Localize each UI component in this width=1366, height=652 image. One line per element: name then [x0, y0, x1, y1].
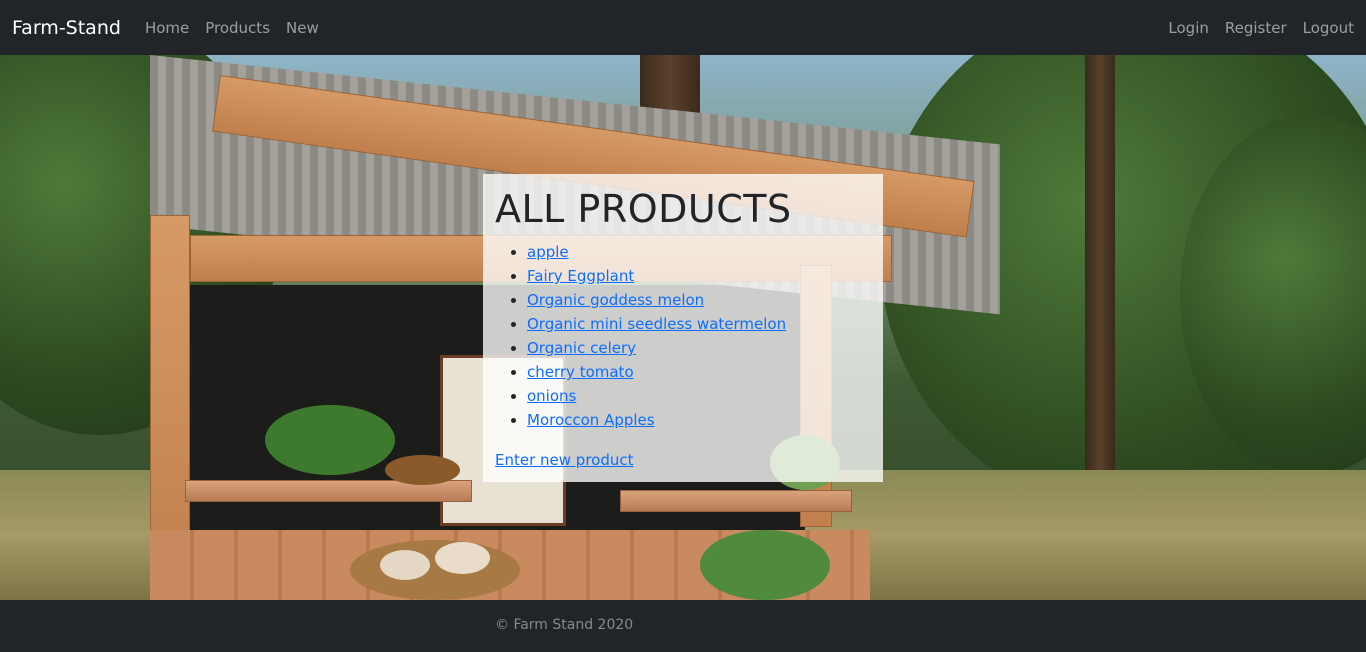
nav-products-link[interactable]: Products	[205, 19, 270, 37]
produce-basket	[350, 540, 520, 600]
footer-copyright: © Farm Stand 2020	[495, 617, 634, 633]
tree-trunk	[640, 55, 700, 115]
brand-link[interactable]: Farm-Stand	[12, 17, 121, 39]
product-link-fairy-eggplant[interactable]: Fairy Eggplant	[527, 267, 634, 285]
product-list: apple Fairy Eggplant Organic goddess mel…	[495, 240, 871, 432]
list-item: apple	[527, 240, 871, 264]
list-item: Organic goddess melon	[527, 288, 871, 312]
product-link-organic-celery[interactable]: Organic celery	[527, 339, 636, 357]
products-panel: ALL PRODUCTS apple Fairy Eggplant Organi…	[483, 174, 883, 482]
list-item: Organic celery	[527, 336, 871, 360]
nav-home-link[interactable]: Home	[145, 19, 189, 37]
page-title: ALL PRODUCTS	[495, 187, 792, 231]
list-item: onions	[527, 384, 871, 408]
list-item: Fairy Eggplant	[527, 264, 871, 288]
nav-register-link[interactable]: Register	[1225, 19, 1287, 37]
list-item: cherry tomato	[527, 360, 871, 384]
nav-right-group: Login Register Logout	[1152, 19, 1354, 37]
produce-greens	[265, 405, 395, 475]
nav-logout-link[interactable]: Logout	[1303, 19, 1354, 37]
produce-basket	[385, 455, 460, 485]
top-navbar: Farm-Stand Home Products New Login Regis…	[0, 0, 1366, 55]
enter-new-product-link[interactable]: Enter new product	[495, 451, 634, 469]
product-link-moroccon-apples[interactable]: Moroccon Apples	[527, 411, 655, 429]
stand-shelf	[620, 490, 852, 512]
produce-greens	[700, 530, 830, 600]
produce-bread	[435, 542, 490, 574]
product-link-organic-goddess-melon[interactable]: Organic goddess melon	[527, 291, 704, 309]
list-item: Moroccon Apples	[527, 408, 871, 432]
product-link-onions[interactable]: onions	[527, 387, 576, 405]
produce-bread	[380, 550, 430, 580]
product-link-organic-mini-seedless-watermelon[interactable]: Organic mini seedless watermelon	[527, 315, 786, 333]
product-link-apple[interactable]: apple	[527, 243, 569, 261]
nav-login-link[interactable]: Login	[1168, 19, 1208, 37]
product-link-cherry-tomato[interactable]: cherry tomato	[527, 363, 634, 381]
nav-left-group: Home Products New	[145, 19, 335, 37]
list-item: Organic mini seedless watermelon	[527, 312, 871, 336]
page-footer: © Farm Stand 2020	[0, 600, 1366, 652]
nav-new-link[interactable]: New	[286, 19, 319, 37]
